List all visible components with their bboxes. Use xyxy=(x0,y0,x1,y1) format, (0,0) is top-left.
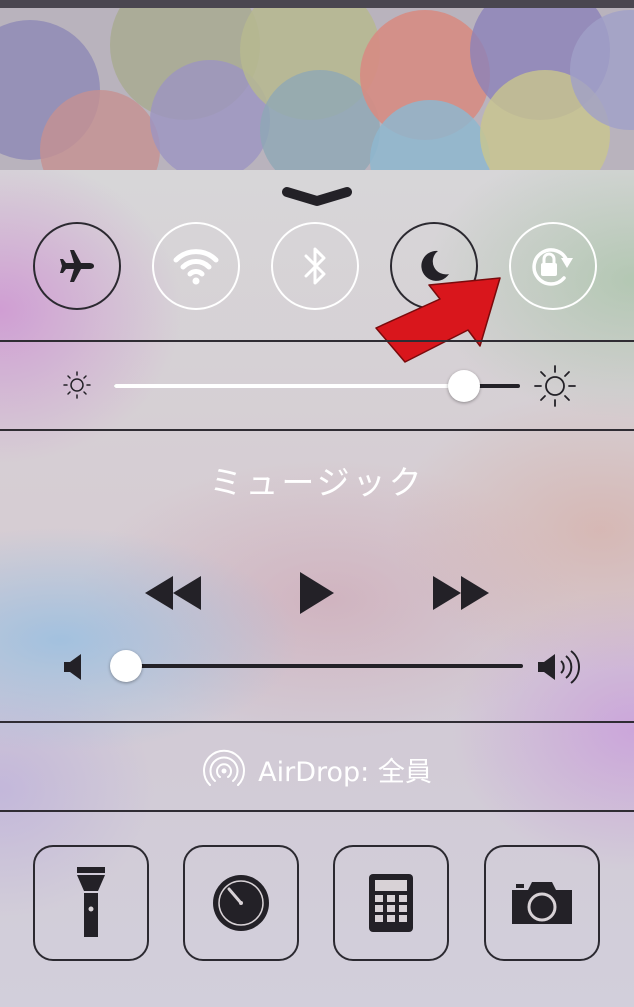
airdrop-icon xyxy=(203,749,246,786)
divider xyxy=(0,340,634,342)
camera-button[interactable] xyxy=(484,845,600,961)
clock-icon xyxy=(213,875,269,931)
camera-icon xyxy=(512,882,572,924)
rotation-lock-icon xyxy=(532,248,573,286)
bluetooth-icon xyxy=(304,247,326,285)
music-title: ミュージック xyxy=(209,463,425,502)
airplane-icon xyxy=(60,250,94,282)
speaker-low-icon xyxy=(64,654,81,680)
brightness-knob[interactable] xyxy=(448,370,480,402)
chevron-down-icon[interactable] xyxy=(282,186,352,208)
volume-knob[interactable] xyxy=(110,650,142,682)
status-bar-edge xyxy=(0,0,634,8)
divider xyxy=(0,721,634,723)
fast-forward-icon[interactable] xyxy=(433,576,489,610)
airplane-mode-toggle[interactable] xyxy=(33,222,121,310)
calculator-icon xyxy=(369,874,413,932)
rotation-lock-toggle[interactable] xyxy=(509,222,597,310)
wallpaper xyxy=(0,0,634,170)
divider xyxy=(0,429,634,431)
control-center-panel: ミュージック AirDrop: 全員 xyxy=(0,170,634,1007)
divider xyxy=(0,810,634,812)
airdrop-button[interactable]: AirDrop: 全員 xyxy=(0,745,634,793)
airdrop-label: AirDrop: 全員 xyxy=(258,756,432,788)
brightness-fill xyxy=(114,384,466,388)
flashlight-icon xyxy=(77,867,105,937)
wifi-toggle[interactable] xyxy=(152,222,240,310)
volume-track[interactable] xyxy=(126,664,523,668)
sun-small-icon xyxy=(63,371,91,399)
flashlight-button[interactable] xyxy=(33,845,149,961)
wifi-icon xyxy=(173,249,219,285)
clock-button[interactable] xyxy=(183,845,299,961)
bluetooth-toggle[interactable] xyxy=(271,222,359,310)
calculator-button[interactable] xyxy=(333,845,449,961)
speaker-high-icon xyxy=(538,650,580,684)
rewind-icon[interactable] xyxy=(145,576,201,610)
red-arrow-icon xyxy=(375,277,501,363)
sun-large-icon xyxy=(534,365,576,407)
play-icon[interactable] xyxy=(300,572,334,614)
